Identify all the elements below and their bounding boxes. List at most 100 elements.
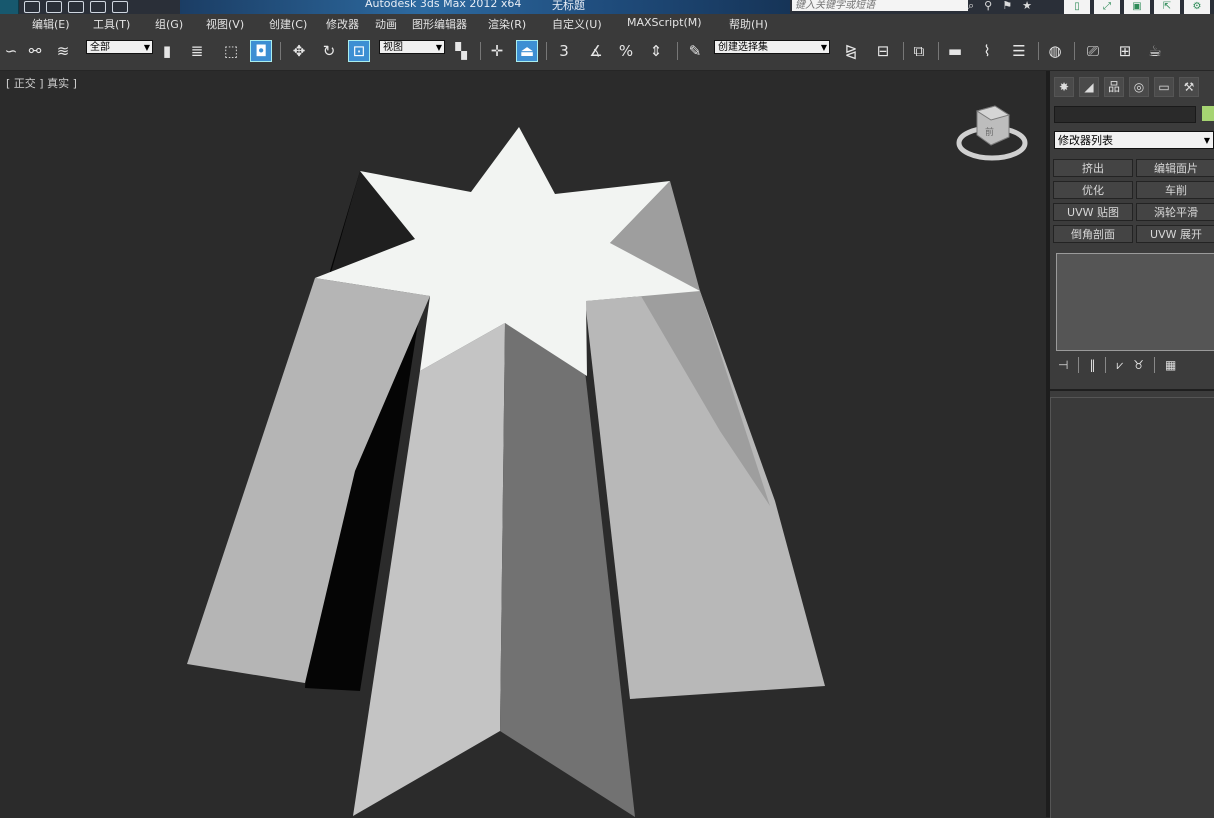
viewport-label[interactable]: [ 正交 ] 真实 ] bbox=[6, 75, 77, 91]
modifier-button-extrude[interactable]: 挤出 bbox=[1053, 159, 1133, 177]
bookmark-icon[interactable]: ⚑ bbox=[1002, 0, 1012, 12]
title-icons: ⌕ ⚲ ⚑ ★ bbox=[968, 0, 1032, 12]
star-icon[interactable]: ★ bbox=[1022, 0, 1032, 12]
object-color-swatch[interactable] bbox=[1202, 106, 1214, 121]
named-selection-value: 创建选择集 bbox=[718, 42, 768, 53]
create-tab-icon[interactable]: ✸ bbox=[1054, 77, 1074, 97]
show-end-result-icon[interactable]: ‖ bbox=[1089, 358, 1095, 372]
menu-group[interactable]: 组(G) bbox=[155, 16, 183, 32]
render-setup-icon[interactable]: ⎚ bbox=[1082, 40, 1104, 62]
restore-icon[interactable]: ▣ bbox=[1124, 0, 1150, 14]
parameters-rollout-area[interactable] bbox=[1050, 397, 1214, 818]
menu-customize[interactable]: 自定义(U) bbox=[552, 16, 602, 32]
utilities-tab-icon[interactable]: ⚒ bbox=[1179, 77, 1199, 97]
open-file-icon[interactable] bbox=[46, 1, 62, 13]
menu-edit[interactable]: 编辑(E) bbox=[32, 16, 70, 32]
export-icon[interactable]: ⇱ bbox=[1154, 0, 1180, 14]
menu-tools[interactable]: 工具(T) bbox=[93, 16, 130, 32]
render-production-icon[interactable]: ☕ bbox=[1144, 40, 1166, 62]
named-selection-dropdown[interactable]: 创建选择集 ▼ bbox=[714, 40, 830, 54]
modifier-button-uvw-unwrap[interactable]: UVW 展开 bbox=[1136, 225, 1214, 243]
menu-graph-editors[interactable]: 图形编辑器 bbox=[412, 16, 467, 32]
modifier-stack-view[interactable] bbox=[1056, 253, 1214, 351]
select-by-name-icon[interactable]: ≣ bbox=[186, 40, 208, 62]
material-editor-icon[interactable]: ◍ bbox=[1044, 40, 1066, 62]
select-object-icon[interactable]: ▮ bbox=[156, 40, 178, 62]
perspective-viewport[interactable]: [ 正交 ] 真实 ] 前 bbox=[0, 71, 1046, 817]
bind-space-warp-icon[interactable]: ≋ bbox=[52, 40, 74, 62]
scene-canvas bbox=[187, 127, 825, 817]
modifier-button-optimize[interactable]: 优化 bbox=[1053, 181, 1133, 199]
stack-tool-separator bbox=[1154, 357, 1155, 373]
display-tab-icon[interactable]: ▭ bbox=[1154, 77, 1174, 97]
modify-tab-icon[interactable]: ◢ bbox=[1079, 77, 1099, 97]
redo-icon[interactable] bbox=[112, 1, 128, 13]
pin-stack-icon[interactable]: ⊣ bbox=[1058, 358, 1068, 372]
modifier-button-edit-patch[interactable]: 编辑面片 bbox=[1136, 159, 1214, 177]
modifier-button-lathe[interactable]: 车削 bbox=[1136, 181, 1214, 199]
minimize-icon[interactable]: ▯ bbox=[1064, 0, 1090, 14]
remove-modifier-icon[interactable]: ♉ bbox=[1133, 358, 1144, 372]
scale-icon[interactable]: ⊡ bbox=[348, 40, 370, 62]
chevron-down-icon: ▼ bbox=[1203, 136, 1210, 145]
menu-animation[interactable]: 动画 bbox=[375, 16, 397, 32]
mirror-icon[interactable]: ⧎ bbox=[840, 40, 862, 62]
rectangular-selection-icon[interactable]: ⬚ bbox=[220, 40, 242, 62]
save-file-icon[interactable] bbox=[68, 1, 84, 13]
toolbar-separator bbox=[1074, 42, 1075, 60]
pivot-center-icon[interactable]: ▚ bbox=[450, 40, 472, 62]
user-icon[interactable]: ⚲ bbox=[984, 0, 992, 12]
curve-editor-icon[interactable]: ⌇ bbox=[976, 40, 998, 62]
menu-help[interactable]: 帮助(H) bbox=[729, 16, 768, 32]
menu-modifiers[interactable]: 修改器 bbox=[326, 16, 359, 32]
percent-snap-icon[interactable]: % bbox=[615, 40, 637, 62]
toolbar-separator bbox=[280, 42, 281, 60]
selection-filter-dropdown[interactable]: 全部 ▼ bbox=[86, 40, 153, 54]
reference-coord-dropdown[interactable]: 视图 ▼ bbox=[379, 40, 445, 54]
spinner-snap-icon[interactable]: ⇕ bbox=[645, 40, 667, 62]
schematic-view-icon[interactable]: ☰ bbox=[1008, 40, 1030, 62]
rendered-frame-window-icon[interactable]: ⊞ bbox=[1114, 40, 1136, 62]
viewcube-icon[interactable]: 前 bbox=[955, 103, 1030, 165]
menu-bar: 编辑(E) 工具(T) 组(G) 视图(V) 创建(C) 修改器 动画 图形编辑… bbox=[0, 14, 1214, 32]
make-unique-icon[interactable]: ⩗ bbox=[1116, 358, 1123, 373]
modifier-button-uvw-map[interactable]: UVW 贴图 bbox=[1053, 203, 1133, 221]
modifier-button-turbosmooth[interactable]: 涡轮平滑 bbox=[1136, 203, 1214, 221]
motion-tab-icon[interactable]: ◎ bbox=[1129, 77, 1149, 97]
angle-snap-icon[interactable]: ∡ bbox=[585, 40, 607, 62]
unlink-icon[interactable]: ⚯ bbox=[24, 40, 46, 62]
link-icon[interactable]: ∽ bbox=[0, 40, 22, 62]
window-crossing-icon[interactable]: ◘ bbox=[250, 40, 272, 62]
undo-icon[interactable] bbox=[90, 1, 106, 13]
move-icon[interactable]: ✥ bbox=[288, 40, 310, 62]
binoculars-icon[interactable]: ⌕ bbox=[968, 0, 974, 12]
maximize-icon[interactable]: ⤢ bbox=[1094, 0, 1120, 14]
settings-icon[interactable]: ⚙ bbox=[1184, 0, 1210, 14]
toolbar-separator bbox=[1038, 42, 1039, 60]
menu-create[interactable]: 创建(C) bbox=[269, 16, 307, 32]
menu-rendering[interactable]: 渲染(R) bbox=[488, 16, 526, 32]
new-file-icon[interactable] bbox=[24, 1, 40, 13]
configure-modifier-sets-icon[interactable]: ▦ bbox=[1165, 358, 1176, 372]
menu-maxscript[interactable]: MAXScript(M) bbox=[627, 16, 702, 29]
rotate-icon[interactable]: ↻ bbox=[318, 40, 340, 62]
modifier-button-bevel-profile[interactable]: 倒角剖面 bbox=[1053, 225, 1133, 243]
snap-toggle-icon[interactable]: 3 bbox=[553, 40, 575, 62]
hierarchy-tab-icon[interactable]: 品 bbox=[1104, 77, 1124, 97]
modifier-list-dropdown[interactable]: 修改器列表 ▼ bbox=[1054, 131, 1214, 149]
keyboard-shortcut-override-icon[interactable]: ⏏ bbox=[516, 40, 538, 62]
layer-manager-icon[interactable]: ⧉ bbox=[908, 40, 930, 62]
toolbar-separator bbox=[938, 42, 939, 60]
object-name-field[interactable] bbox=[1054, 106, 1196, 123]
chevron-down-icon: ▼ bbox=[143, 43, 150, 52]
select-manipulate-icon[interactable]: ✛ bbox=[486, 40, 508, 62]
reference-coord-value: 视图 bbox=[383, 42, 403, 53]
graphite-tools-icon[interactable]: ▬ bbox=[944, 40, 966, 62]
chevron-down-icon: ▼ bbox=[820, 43, 827, 52]
command-panel: ✸ ◢ 品 ◎ ▭ ⚒ 修改器列表 ▼ 挤出 编辑面片 优化 车削 UVW 贴图 … bbox=[1050, 71, 1214, 818]
search-input[interactable] bbox=[792, 0, 968, 11]
edit-named-selection-icon[interactable]: ✎ bbox=[684, 40, 706, 62]
menu-view[interactable]: 视图(V) bbox=[206, 16, 244, 32]
align-icon[interactable]: ⊟ bbox=[872, 40, 894, 62]
main-toolbar: ∽ ⚯ ≋ 全部 ▼ ▮ ≣ ⬚ ◘ ✥ ↻ ⊡ 视图 ▼ ▚ ✛ ⏏ 3 ∡ % … bbox=[0, 32, 1214, 71]
